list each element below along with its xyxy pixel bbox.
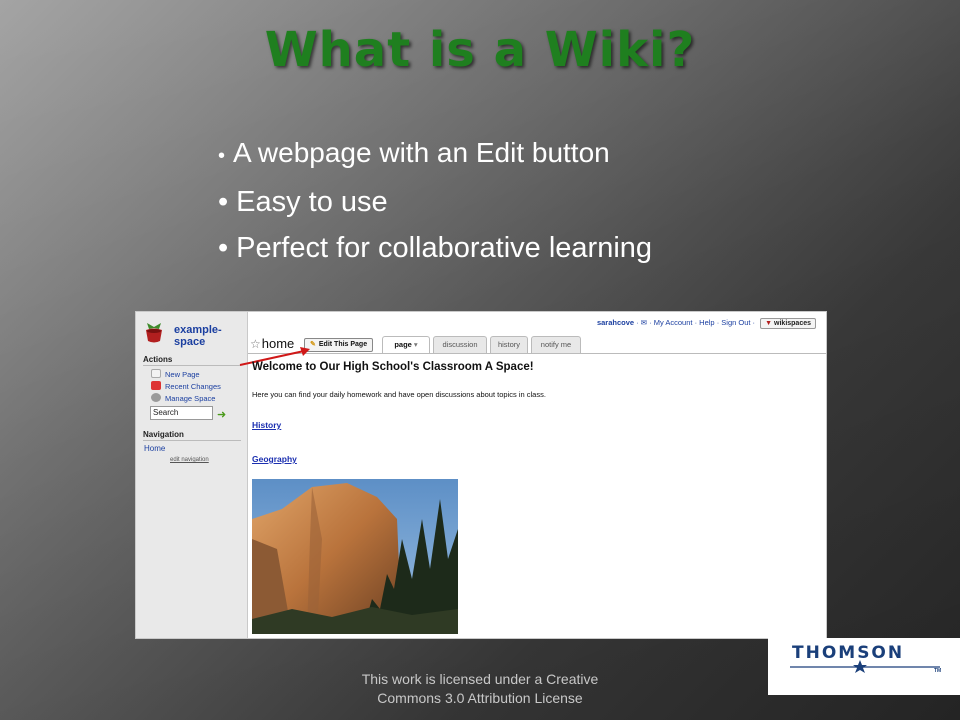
bullet-text: A webpage with an Edit button <box>233 137 610 168</box>
tab-history[interactable]: history <box>490 336 528 353</box>
manage-space-link[interactable]: Manage Space <box>151 393 215 403</box>
manage-space-label: Manage Space <box>165 394 216 403</box>
content-divider <box>248 353 826 354</box>
bullet-glyph: • <box>218 232 229 264</box>
wiki-sidebar: example-space Actions New Page Recent Ch… <box>136 312 248 638</box>
sidebar-divider <box>143 365 241 366</box>
wikispaces-label: wikispaces <box>774 320 811 327</box>
search-go-arrow-icon[interactable]: ➜ <box>217 408 226 421</box>
nav-home-link[interactable]: Home <box>144 444 165 453</box>
calendar-icon <box>151 381 161 390</box>
space-name-link[interactable]: example-space <box>174 324 247 348</box>
username-link[interactable]: sarahcove <box>597 318 634 327</box>
license-footer: This work is licensed under a Creative C… <box>330 670 630 708</box>
top-links: sarahcove · ✉ · My Account · Help · Sign… <box>597 318 816 329</box>
el-capitan-photo <box>252 479 458 634</box>
wikispaces-button[interactable]: ▼ wikispaces <box>760 318 816 329</box>
tab-page-label: page <box>394 340 412 349</box>
edit-navigation-link[interactable]: edit navigation <box>170 457 209 463</box>
separator: · <box>647 318 654 327</box>
license-line-2: Commons 3.0 Attribution License <box>377 690 583 706</box>
thomson-star-icon <box>790 660 940 673</box>
history-page-link[interactable]: History <box>252 420 281 430</box>
bullet-text: Easy to use <box>236 186 388 218</box>
new-page-icon <box>151 369 161 378</box>
separator: · <box>750 318 758 327</box>
edit-button-label: Edit This Page <box>318 341 368 348</box>
chevron-down-icon: ▾ <box>413 340 418 349</box>
sidebar-divider <box>143 440 241 441</box>
separator: · <box>634 318 641 327</box>
tab-notify-me[interactable]: notify me <box>531 336 581 353</box>
slide-title: What is a Wiki? <box>264 22 696 78</box>
wiki-space-logo-icon <box>146 323 162 343</box>
tab-page[interactable]: page ▾ <box>382 336 430 354</box>
bullet-item: • Easy to use <box>218 179 652 225</box>
gear-icon <box>151 393 161 402</box>
bullet-item: • A webpage with an Edit button <box>218 130 652 179</box>
recent-changes-label: Recent Changes <box>165 382 221 391</box>
new-page-label: New Page <box>165 370 200 379</box>
my-account-link[interactable]: My Account <box>654 318 693 327</box>
help-link[interactable]: Help <box>699 318 714 327</box>
license-line-1: This work is licensed under a Creative <box>361 671 599 687</box>
bullet-item: • Perfect for collaborative learning <box>218 225 652 271</box>
tab-discussion[interactable]: discussion <box>433 336 487 353</box>
bullet-list: • A webpage with an Edit button • Easy to … <box>218 130 652 271</box>
recent-changes-link[interactable]: Recent Changes <box>151 381 221 391</box>
bullet-glyph: • <box>218 186 229 218</box>
thomson-logo: THOMSON TM <box>768 638 960 695</box>
wiki-screenshot: example-space Actions New Page Recent Ch… <box>135 311 827 639</box>
trademark-mark: TM <box>934 668 942 674</box>
welcome-heading: Welcome to Our High School's Classroom A… <box>252 361 534 373</box>
navigation-heading: Navigation <box>143 430 184 439</box>
actions-heading: Actions <box>143 355 173 364</box>
bullet-glyph: • <box>218 145 226 167</box>
wikispaces-logo-icon: ▼ <box>765 320 773 327</box>
intro-text: Here you can find your daily homework an… <box>252 390 546 399</box>
geography-page-link[interactable]: Geography <box>252 454 297 464</box>
bullet-text: Perfect for collaborative learning <box>236 232 653 264</box>
search-input[interactable]: Search <box>150 406 213 420</box>
sign-out-link[interactable]: Sign Out <box>721 318 750 327</box>
new-page-link[interactable]: New Page <box>151 369 200 379</box>
